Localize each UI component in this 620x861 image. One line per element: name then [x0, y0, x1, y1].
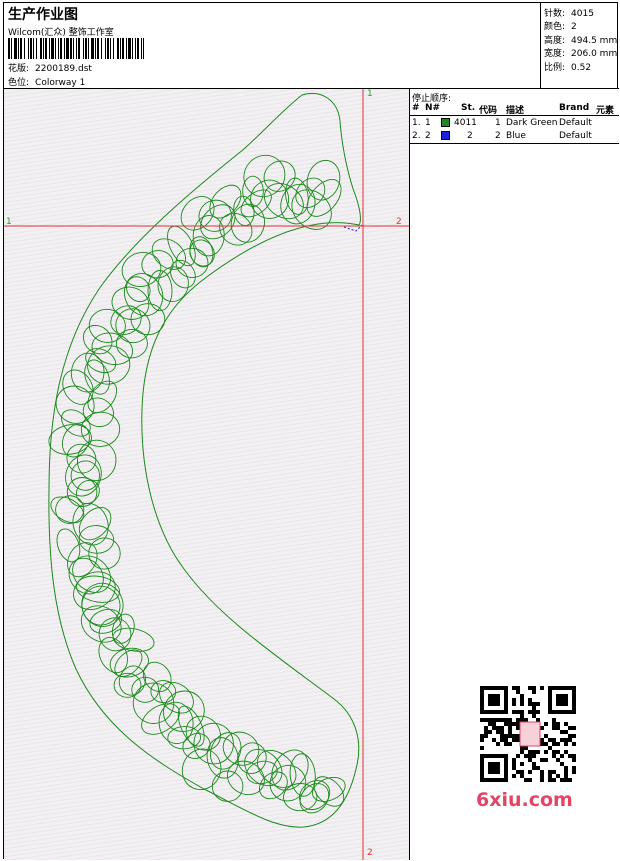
stitch-loop [48, 424, 92, 455]
stitch-loop [66, 443, 97, 474]
qr-image [480, 686, 576, 782]
stat-stitches: 针数: 4015 [544, 6, 594, 19]
header-block: 生产作业图 Wilcom(汇众) 整饰工作室 花版: 2200189.dst 色位… [4, 3, 541, 89]
stat-label: 高度: [544, 36, 566, 46]
embroidery-canvas [4, 89, 409, 860]
stitch-loop [285, 177, 309, 215]
stitch-loop [263, 160, 296, 192]
colorway-row: 色位: Colorway 1 [8, 75, 85, 88]
stat-label: 颜色: [544, 22, 566, 32]
stitch-loop [142, 661, 172, 692]
stitch-loop [80, 411, 121, 447]
stitch-loop [158, 701, 194, 745]
stitch-loop [240, 189, 272, 218]
header-divider [410, 115, 619, 116]
stitch-loop [123, 273, 164, 317]
marker-right: 2 [396, 217, 402, 227]
row-description: Blue [506, 131, 526, 141]
stat-label: 比例: [544, 63, 566, 73]
stat-label: 宽度: [544, 49, 566, 59]
stitch-loop [192, 215, 225, 257]
row-brand: Default [559, 118, 592, 128]
stitch-loop [68, 557, 104, 595]
stitch-loop [55, 495, 85, 524]
stitch-loop [110, 305, 142, 335]
company-name: Wilcom(汇众) 整饰工作室 [8, 28, 114, 38]
stitch-loop [170, 259, 196, 289]
marker-top: 1 [367, 89, 373, 99]
stitch-loop [70, 352, 105, 393]
stat-colors: 颜色: 2 [544, 19, 577, 32]
stitch-loop [141, 250, 174, 279]
stitch-loop [200, 204, 236, 240]
row-index: 1. [412, 118, 421, 128]
stitch-loop [50, 496, 85, 524]
col-stitches: St. [461, 103, 476, 113]
col-needle: N# [425, 103, 441, 113]
table-bottom-divider [410, 143, 619, 144]
stitch-loop [72, 503, 109, 546]
stitch-loops [48, 154, 346, 814]
stitch-loop [62, 369, 94, 405]
stitch-loop [175, 247, 209, 278]
qr-code [470, 680, 586, 792]
row-stitches: 4011 [454, 118, 477, 128]
row-index: 2. [412, 131, 421, 141]
design-file-label: 花版: [8, 64, 30, 74]
barcode [8, 38, 144, 59]
row-description: Dark Green [506, 118, 558, 128]
row-brand: Default [559, 131, 592, 141]
stats-block: 针数: 4015 颜色: 2 高度: 494.5 mm 宽度: 206.0 mm 比例:… [541, 3, 619, 89]
row-needle: 1 [425, 118, 431, 128]
stitch-loop [55, 385, 95, 424]
watermark-text: 6xiu.com [476, 789, 573, 811]
stat-label: 针数: [544, 9, 566, 19]
stitch-loop [242, 175, 264, 208]
colorway-label: 色位: [8, 78, 30, 88]
design-file-value: 2200189.dst [35, 64, 92, 74]
marker-bottom: 2 [367, 848, 373, 858]
row-code: 2 [495, 131, 501, 141]
col-index: # [412, 103, 420, 113]
stat-width: 宽度: 206.0 mm [544, 46, 617, 59]
row-needle: 2 [425, 131, 431, 141]
stitch-loop [219, 212, 253, 246]
stitch-loop [141, 703, 180, 735]
stitch-loop [73, 571, 116, 610]
stat-value: 0.52 [571, 63, 592, 73]
stat-value: 494.5 mm [571, 36, 618, 46]
design-file-row: 花版: 2200189.dst [8, 61, 92, 74]
page-title: 生产作业图 [8, 7, 78, 23]
stitch-loop [226, 760, 265, 796]
marker-left: 1 [6, 217, 12, 227]
stat-scale: 比例: 0.52 [544, 60, 591, 73]
stat-value: 2 [571, 22, 577, 32]
stitch-loop [237, 742, 267, 774]
row-code: 1 [495, 118, 501, 128]
stitch-loop [88, 537, 121, 570]
color-swatch [441, 131, 450, 140]
stitch-loop [72, 555, 112, 593]
stat-height: 高度: 494.5 mm [544, 33, 617, 46]
stat-value: 4015 [571, 9, 594, 19]
row-stitches: 2 [467, 131, 473, 141]
stat-value: 206.0 mm [571, 49, 618, 59]
col-brand: Brand [559, 103, 590, 113]
stitch-loop [89, 608, 122, 634]
design-preview: 1 1 2 2 [4, 89, 410, 860]
color-swatch [441, 118, 450, 127]
stitch-loop [111, 286, 150, 320]
colorway-value: Colorway 1 [35, 78, 86, 88]
